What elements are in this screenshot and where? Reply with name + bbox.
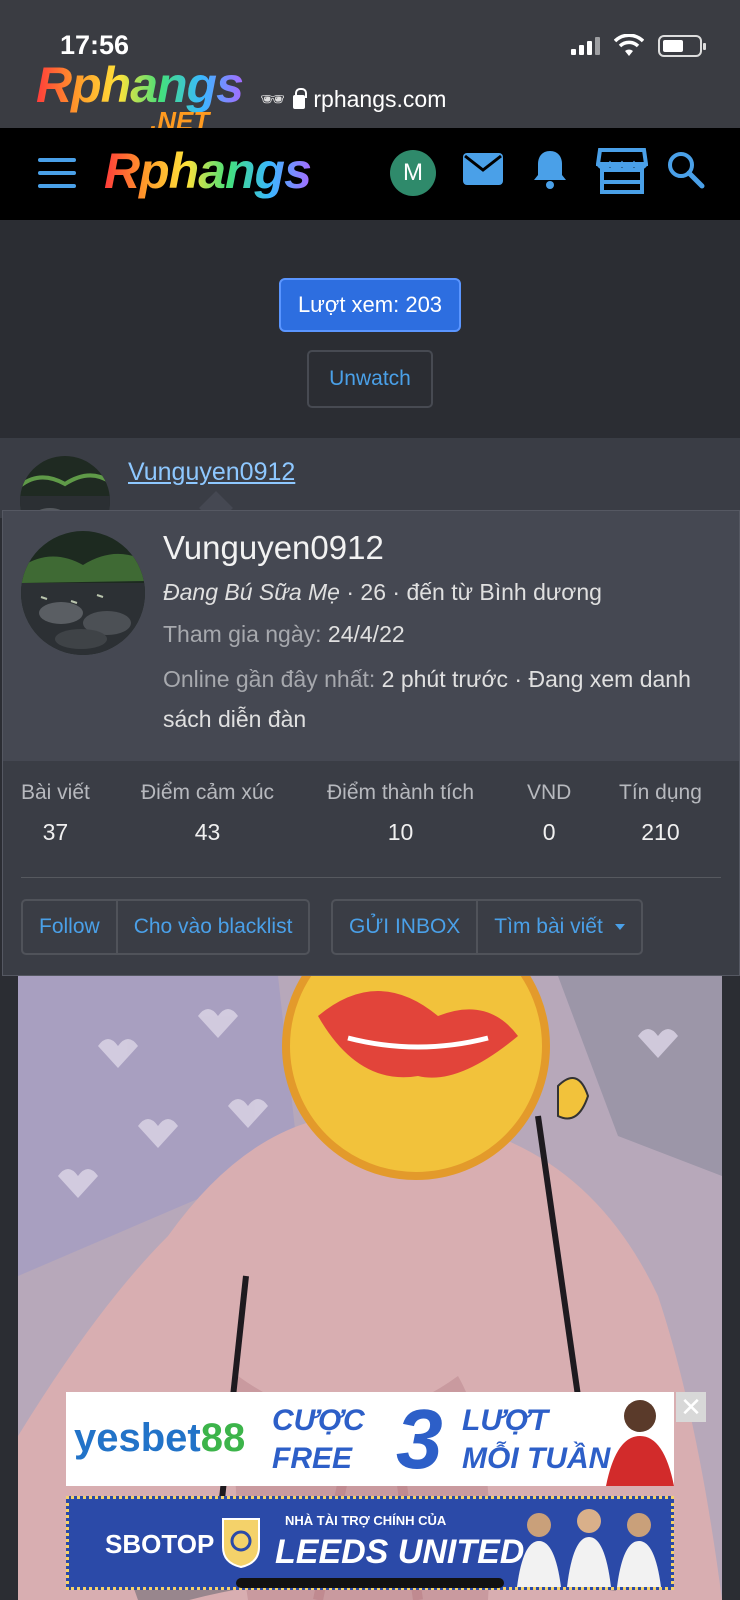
stat-vnd[interactable]: VND 0 — [527, 781, 571, 846]
close-icon[interactable]: ✕ — [676, 1392, 706, 1422]
ad-brand: yesbet88 — [74, 1416, 246, 1460]
member-joined: Tham gia ngày: 24/4/22 — [163, 621, 405, 648]
find-posts-button[interactable]: Tìm bài viết — [476, 901, 641, 953]
card-divider — [21, 877, 721, 878]
sbotop-ad-banner[interactable]: SBOTOP NHÀ TÀI TRỢ CHÍNH CỦA LEEDS UNITE… — [66, 1496, 674, 1590]
ad2-subtitle: NHÀ TÀI TRỢ CHÍNH CỦA — [285, 1513, 447, 1528]
member-last-seen: Online gần đây nhất: 2 phút trước · Đang… — [163, 659, 723, 739]
stat-posts[interactable]: Bài viết 37 — [21, 781, 90, 846]
stat-trophies[interactable]: Điểm thành tích 10 — [327, 781, 474, 846]
cellular-signal-icon — [571, 37, 600, 55]
member-age: 26 — [360, 579, 386, 605]
views-count-button[interactable]: Lượt xem: 203 — [279, 278, 461, 332]
member-title: Đang Bú Sữa Mẹ — [163, 579, 340, 605]
bell-icon[interactable] — [532, 148, 568, 190]
stat-label: Điểm cảm xúc — [141, 781, 275, 804]
browser-top-bar: 17:56 Rphangs .NET 🕶 rphangs.com — [0, 0, 740, 136]
joined-value: 24/4/22 — [327, 621, 405, 647]
follow-button[interactable]: Follow — [23, 901, 116, 953]
stat-credit[interactable]: Tín dụng 210 — [619, 781, 702, 846]
yesbet-ad-banner[interactable]: yesbet88 CƯỢC FREE 3 LƯỢT MỖI TUẦN — [66, 1392, 674, 1486]
menu-icon[interactable] — [38, 158, 76, 188]
ad-promo-number: 3 — [396, 1392, 443, 1486]
message-button-group: GỬI INBOX Tìm bài viết — [331, 899, 643, 955]
post-header: Vunguyen0912 — [0, 438, 740, 518]
last-seen-label: Online gần đây nhất: — [163, 666, 376, 692]
post-author-avatar[interactable] — [20, 456, 110, 518]
ad2-brand: SBOTOP — [105, 1529, 215, 1559]
stat-value: 43 — [194, 819, 221, 845]
stat-value: 0 — [542, 819, 556, 845]
joined-label: Tham gia ngày: — [163, 621, 322, 647]
blacklist-button[interactable]: Cho vào blacklist — [115, 901, 309, 953]
address-bar[interactable]: 🕶 rphangs.com — [260, 86, 446, 113]
find-posts-label: Tìm bài viết — [494, 915, 603, 938]
ad-promo-left: CƯỢC FREE — [272, 1404, 365, 1475]
member-tooltip-card: Vunguyen0912 Đang Bú Sữa Mẹ · 26 · đến t… — [2, 510, 740, 976]
stat-value: 37 — [42, 819, 69, 845]
member-card-header: Vunguyen0912 Đang Bú Sữa Mẹ · 26 · đến t… — [3, 511, 739, 761]
send-inbox-button[interactable]: GỬI INBOX — [333, 901, 476, 953]
wifi-icon — [614, 34, 644, 56]
ad2-team: LEEDS UNITED — [275, 1533, 525, 1571]
member-stats: Bài viết 37 Điểm cảm xúc 43 Điểm thành t… — [3, 761, 739, 881]
member-blurb: Đang Bú Sữa Mẹ · 26 · đến từ Bình dương — [163, 579, 602, 605]
home-indicator[interactable] — [236, 1578, 504, 1588]
inbox-icon[interactable] — [462, 152, 504, 186]
stat-label: Bài viết — [21, 781, 90, 804]
lock-icon — [293, 87, 308, 109]
ad2-players-image — [517, 1509, 661, 1587]
stat-label: VND — [527, 781, 572, 804]
ad-player-image — [606, 1400, 674, 1486]
leeds-crest-icon — [222, 1518, 260, 1569]
search-icon[interactable] — [666, 150, 706, 190]
user-avatar[interactable]: M — [390, 150, 436, 196]
stat-value: 10 — [387, 819, 414, 845]
stat-label: Điểm thành tích — [327, 781, 475, 804]
stat-label: Tín dụng — [619, 781, 702, 804]
post-author-username[interactable]: Vunguyen0912 — [128, 458, 295, 487]
site-logo[interactable]: Rphangs — [104, 142, 312, 200]
member-avatar[interactable] — [21, 531, 145, 655]
follow-button-group: Follow Cho vào blacklist — [21, 899, 311, 955]
ad-promo-right: LƯỢT MỖI TUẦN — [462, 1404, 611, 1475]
url-text: rphangs.com — [313, 86, 447, 112]
battery-icon — [658, 35, 706, 57]
stat-value: 210 — [641, 819, 680, 845]
site-nav: Rphangs M — [0, 128, 740, 220]
member-name[interactable]: Vunguyen0912 — [163, 529, 384, 567]
incognito-icon: 🕶 — [260, 89, 286, 111]
stat-reactions[interactable]: Điểm cảm xúc 43 — [141, 781, 274, 846]
watermark-logo: Rphangs — [36, 57, 244, 113]
chevron-down-icon — [614, 924, 625, 930]
store-icon[interactable] — [596, 146, 648, 196]
member-location: đến từ Bình dương — [406, 579, 602, 605]
unwatch-button[interactable]: Unwatch — [307, 350, 433, 408]
status-icons — [571, 34, 706, 58]
